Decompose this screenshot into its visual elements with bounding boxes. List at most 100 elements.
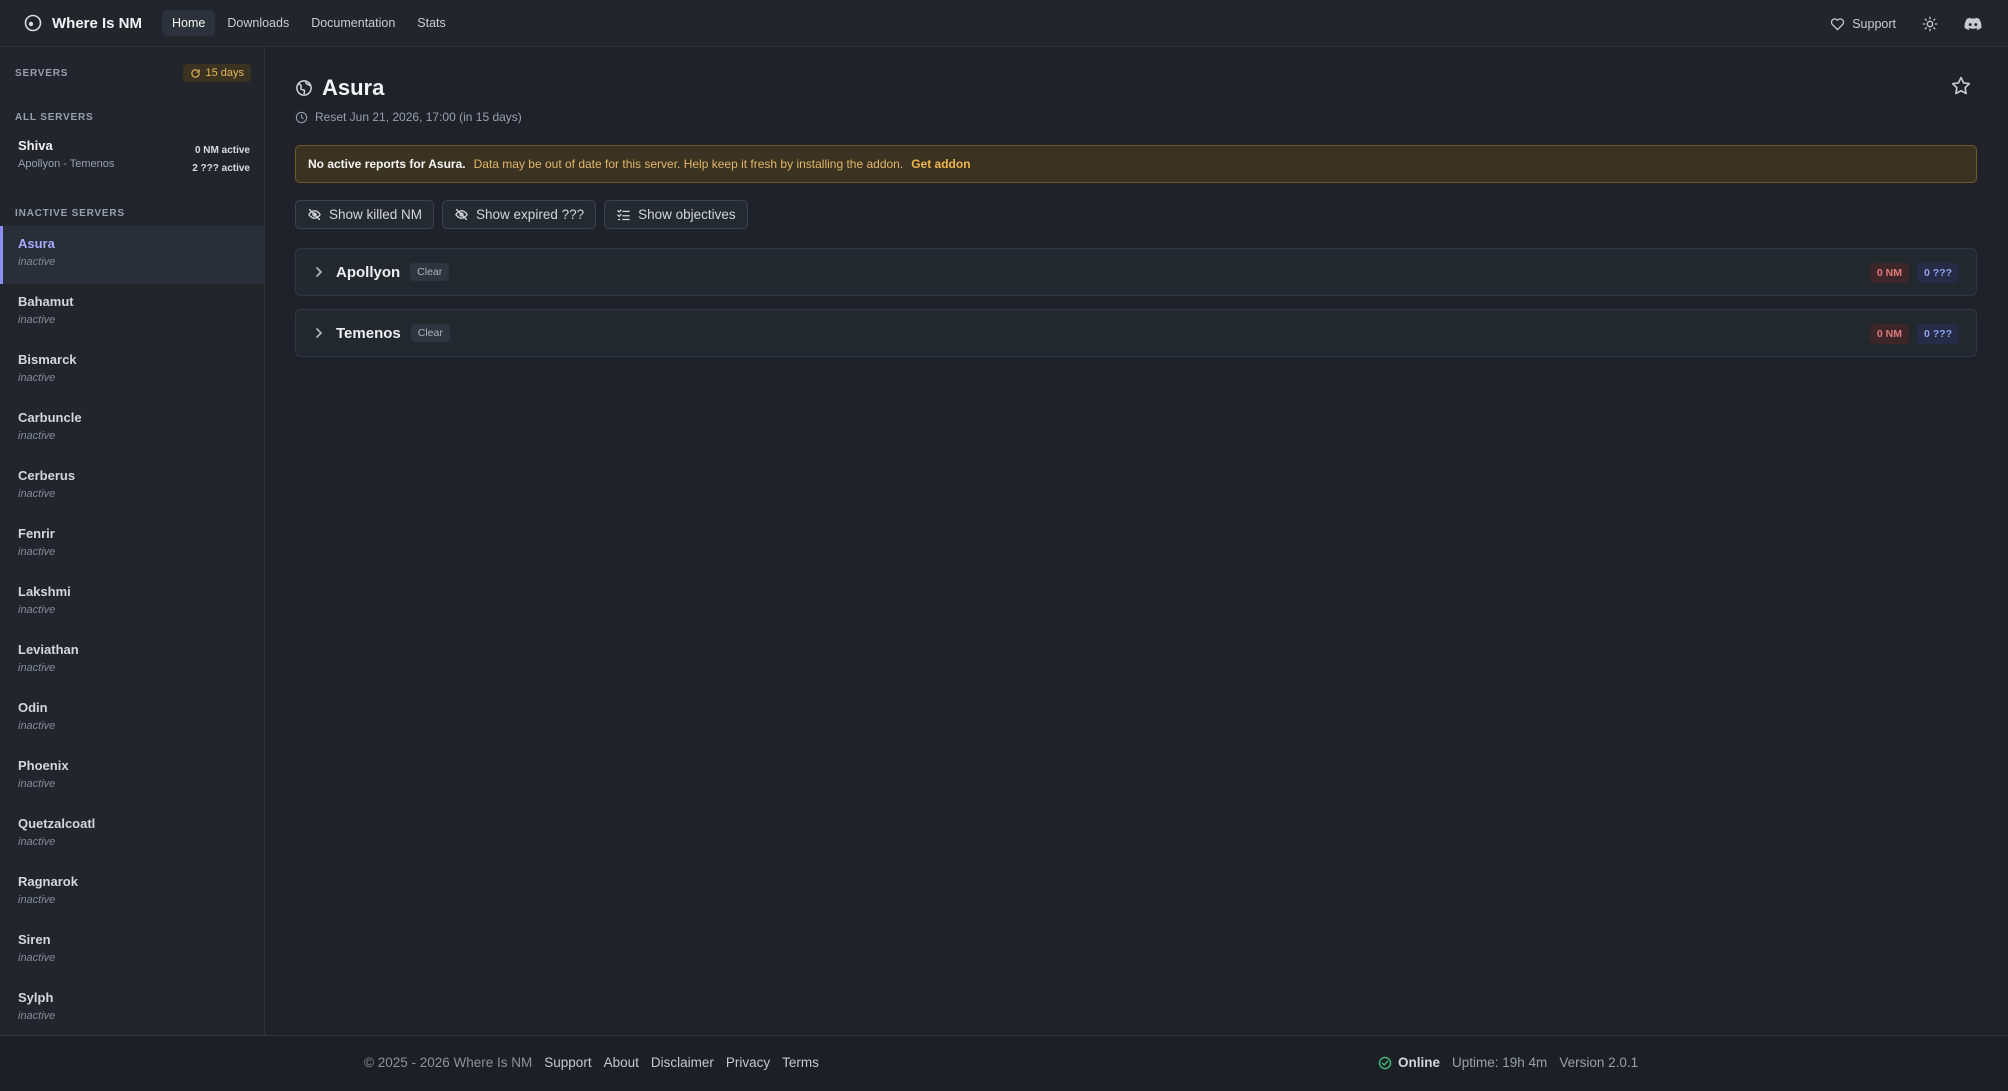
zone-group-temenos[interactable]: Temenos Clear 0 NM 0 ??? bbox=[295, 309, 1977, 357]
server-item-sylph[interactable]: Sylph inactive bbox=[0, 980, 264, 1038]
server-counts: 0 NM active 2 ??? active bbox=[192, 142, 250, 178]
favorite-star-icon[interactable] bbox=[1950, 75, 1972, 97]
all-server-item[interactable]: Shiva Apollyon - Temenos 0 NM active 2 ?… bbox=[18, 138, 250, 174]
q-count-badge: 0 ??? bbox=[1917, 263, 1959, 283]
server-item-fenrir[interactable]: Fenrir inactive bbox=[0, 516, 264, 574]
brand-name: Where Is NM bbox=[52, 14, 143, 32]
server-item-siren[interactable]: Siren inactive bbox=[0, 922, 264, 980]
server-item-quetzalcoatl[interactable]: Quetzalcoatl inactive bbox=[0, 806, 264, 864]
footer-terms-link[interactable]: Terms bbox=[782, 1055, 819, 1070]
no-reports-alert: No active reports for Asura. Data may be… bbox=[295, 145, 1977, 183]
server-name: Quetzalcoatl bbox=[18, 816, 96, 831]
top-actions: Support bbox=[1830, 0, 1982, 47]
server-status: inactive bbox=[18, 720, 56, 732]
show-objectives-label: Show objectives bbox=[638, 207, 736, 222]
eye-off-icon bbox=[454, 207, 476, 222]
server-item-asura[interactable]: Asura inactive bbox=[0, 226, 264, 284]
server-status: inactive bbox=[18, 604, 56, 616]
zone-status-badge: Clear bbox=[410, 324, 450, 342]
server-status: inactive bbox=[18, 662, 56, 674]
top-bar: Where Is NM Home Downloads Documentation… bbox=[0, 0, 2008, 47]
servers-heading: SERVERS bbox=[15, 67, 69, 79]
footer-status: Online Uptime: 19h 4m Version 2.0.1 bbox=[1378, 1055, 1650, 1070]
alert-message: Data may be out of date for this server.… bbox=[473, 157, 904, 171]
nav-downloads[interactable]: Downloads bbox=[217, 10, 299, 36]
server-name: Leviathan bbox=[18, 642, 79, 657]
q-count-badge: 0 ??? bbox=[1917, 324, 1959, 344]
nav-documentation[interactable]: Documentation bbox=[301, 10, 405, 36]
all-servers-heading: ALL SERVERS bbox=[15, 112, 94, 123]
alert-title: No active reports for Asura. bbox=[308, 157, 466, 171]
server-name: Siren bbox=[18, 932, 51, 947]
server-status: inactive bbox=[18, 1010, 56, 1022]
server-status: inactive bbox=[18, 430, 56, 442]
footer-support-link[interactable]: Support bbox=[544, 1055, 591, 1070]
clock-icon bbox=[295, 111, 315, 124]
server-item-cerberus[interactable]: Cerberus inactive bbox=[0, 458, 264, 516]
server-status: inactive bbox=[18, 546, 56, 558]
reset-text: Reset Jun 21, 2026, 17:00 (in 15 days) bbox=[315, 110, 522, 124]
brand[interactable]: Where Is NM bbox=[24, 14, 142, 32]
filter-toggles: Show killed NM Show expired ??? Show obj… bbox=[295, 200, 756, 229]
server-name: Odin bbox=[18, 700, 48, 715]
footer: © 2025 - 2026 Where Is NM Support About … bbox=[0, 1035, 2008, 1091]
server-item-lakshmi[interactable]: Lakshmi inactive bbox=[0, 574, 264, 632]
chevron-right-icon bbox=[314, 266, 324, 278]
server-item-odin[interactable]: Odin inactive bbox=[0, 690, 264, 748]
discord-icon[interactable] bbox=[1964, 17, 1982, 31]
zone-counts: 0 NM 0 ??? bbox=[1869, 324, 1959, 344]
footer-about-link[interactable]: About bbox=[604, 1055, 639, 1070]
uptime: Uptime: 19h 4m bbox=[1452, 1055, 1548, 1070]
server-status: inactive bbox=[18, 314, 56, 326]
logo-icon bbox=[24, 14, 42, 32]
reset-days-badge: 15 days bbox=[183, 64, 251, 82]
show-expired-label: Show expired ??? bbox=[476, 207, 585, 222]
server-status: inactive bbox=[18, 836, 56, 848]
server-name: Phoenix bbox=[18, 758, 69, 773]
copyright: © 2025 - 2026 Where Is NM bbox=[364, 1055, 533, 1070]
server-name: Fenrir bbox=[18, 526, 55, 541]
server-status: inactive bbox=[18, 256, 56, 268]
server-item-bismarck[interactable]: Bismarck inactive bbox=[0, 342, 264, 400]
version: Version 2.0.1 bbox=[1559, 1055, 1639, 1070]
server-status: inactive bbox=[18, 372, 56, 384]
footer-disclaimer-link[interactable]: Disclaimer bbox=[651, 1055, 714, 1070]
page-title: Asura bbox=[322, 75, 385, 100]
zone-status-badge: Clear bbox=[410, 263, 450, 281]
get-addon-link[interactable]: Get addon bbox=[911, 157, 970, 171]
nav-stats[interactable]: Stats bbox=[407, 10, 456, 36]
server-name: Sylph bbox=[18, 990, 54, 1005]
server-item-leviathan[interactable]: Leviathan inactive bbox=[0, 632, 264, 690]
nm-count-badge: 0 NM bbox=[1869, 263, 1909, 283]
inactive-servers-heading: INACTIVE SERVERS bbox=[15, 208, 125, 219]
footer-privacy-link[interactable]: Privacy bbox=[726, 1055, 770, 1070]
show-objectives-button[interactable]: Show objectives bbox=[604, 200, 748, 229]
server-status: inactive bbox=[18, 952, 56, 964]
server-name: Bismarck bbox=[18, 352, 77, 367]
support-link[interactable]: Support bbox=[1830, 17, 1896, 31]
server-list: Asura inactive Bahamut inactive Bismarck… bbox=[0, 226, 264, 1038]
nm-count-badge: 0 NM bbox=[1869, 324, 1909, 344]
server-item-phoenix[interactable]: Phoenix inactive bbox=[0, 748, 264, 806]
server-item-ragnarok[interactable]: Ragnarok inactive bbox=[0, 864, 264, 922]
heart-icon bbox=[1830, 17, 1852, 31]
zone-counts: 0 NM 0 ??? bbox=[1869, 263, 1959, 283]
server-item-bahamut[interactable]: Bahamut inactive bbox=[0, 284, 264, 342]
refresh-icon bbox=[190, 68, 205, 79]
zone-group-apollyon[interactable]: Apollyon Clear 0 NM 0 ??? bbox=[295, 248, 1977, 296]
show-killed-nm-button[interactable]: Show killed NM bbox=[295, 200, 435, 229]
zone-name: Temenos bbox=[336, 324, 401, 342]
server-item-carbuncle[interactable]: Carbuncle inactive bbox=[0, 400, 264, 458]
chevron-right-icon bbox=[314, 327, 324, 339]
check-circle-icon bbox=[1378, 1056, 1392, 1070]
server-status: inactive bbox=[18, 894, 56, 906]
zone-name: Apollyon bbox=[336, 263, 401, 281]
show-expired-button[interactable]: Show expired ??? bbox=[442, 200, 597, 229]
nav-home[interactable]: Home bbox=[162, 10, 216, 36]
server-name: Ragnarok bbox=[18, 874, 78, 889]
sidebar: SERVERS 15 days ALL SERVERS Shiva Apolly… bbox=[0, 47, 265, 1035]
theme-toggle-sun-icon[interactable] bbox=[1922, 16, 1938, 32]
server-status: inactive bbox=[18, 778, 56, 790]
show-killed-label: Show killed NM bbox=[329, 207, 423, 222]
nm-active-count: 0 NM active bbox=[194, 145, 250, 156]
